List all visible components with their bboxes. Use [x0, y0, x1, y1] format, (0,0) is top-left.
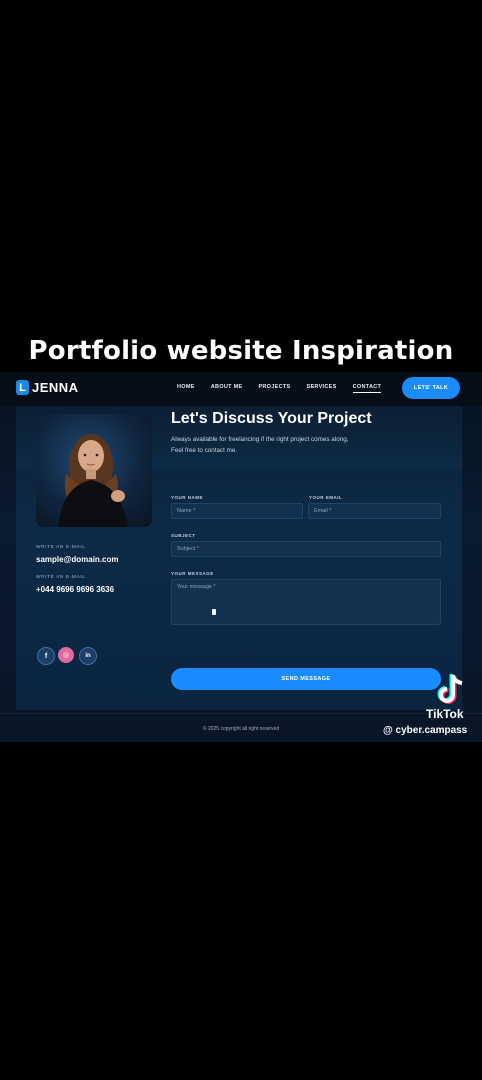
- email-field[interactable]: Email *: [308, 503, 441, 519]
- mouse-cursor: [212, 609, 216, 615]
- contact-card: Let's Discuss Your Project Always availa…: [16, 406, 462, 710]
- nav-link-contact[interactable]: CONTACT: [352, 384, 382, 393]
- email-label: WRITE AN E-MAIL: [36, 545, 86, 550]
- phone-label: WRITE AN E-MAIL: [36, 575, 86, 580]
- instagram-icon[interactable]: ◎: [58, 647, 74, 663]
- nav-link-about[interactable]: ABOUT ME: [211, 384, 243, 393]
- nav-link-projects[interactable]: PROJECTS: [258, 384, 290, 393]
- video-caption: Portfolio website Inspiration: [28, 336, 454, 366]
- contact-email[interactable]: sample@domain.com: [36, 555, 119, 564]
- tiktok-logo-icon: [437, 674, 463, 704]
- logo-text: JENNA: [32, 380, 79, 395]
- name-label: YOUR NAME: [171, 495, 204, 500]
- page-title: Let's Discuss Your Project: [171, 410, 372, 427]
- nav-link-services[interactable]: SERVICES: [306, 384, 336, 393]
- subtitle-line-2: Feel free to contact me.: [171, 447, 238, 454]
- footer-divider: [0, 713, 482, 714]
- top-navbar: L JENNA HOME ABOUT ME PROJECTS SERVICES …: [0, 372, 482, 406]
- tiktok-wordmark: TikTok: [426, 707, 464, 721]
- portrait-illustration: [58, 434, 128, 527]
- subject-field[interactable]: Subject *: [171, 541, 441, 557]
- website-screenshot: L JENNA HOME ABOUT ME PROJECTS SERVICES …: [0, 372, 482, 742]
- nav-links: HOME ABOUT ME PROJECTS SERVICES CONTACT: [177, 384, 382, 393]
- facebook-icon[interactable]: f: [37, 647, 55, 665]
- contact-phone[interactable]: +044 9696 9696 3636: [36, 585, 114, 594]
- message-label: YOUR MESSAGE: [171, 571, 214, 576]
- linkedin-icon[interactable]: in: [79, 647, 97, 665]
- tiktok-username: @ cyber.campass: [383, 725, 468, 736]
- page-subtitle: Always available for freelancing if the …: [171, 434, 431, 456]
- logo-icon: L: [16, 380, 29, 395]
- site-logo[interactable]: L JENNA: [16, 380, 79, 395]
- lets-talk-button[interactable]: LETS' TALK: [402, 377, 460, 399]
- name-field[interactable]: Name *: [171, 503, 303, 519]
- nav-link-home[interactable]: HOME: [177, 384, 195, 393]
- send-message-button[interactable]: SEND MESSAGE: [171, 668, 441, 690]
- subject-label: SUBJECT: [171, 533, 196, 538]
- subtitle-line-1: Always available for freelancing if the …: [171, 436, 349, 443]
- message-field[interactable]: Your message *: [171, 579, 441, 625]
- profile-photo: [36, 414, 152, 527]
- email-field-label: YOUR EMAIL: [309, 495, 343, 500]
